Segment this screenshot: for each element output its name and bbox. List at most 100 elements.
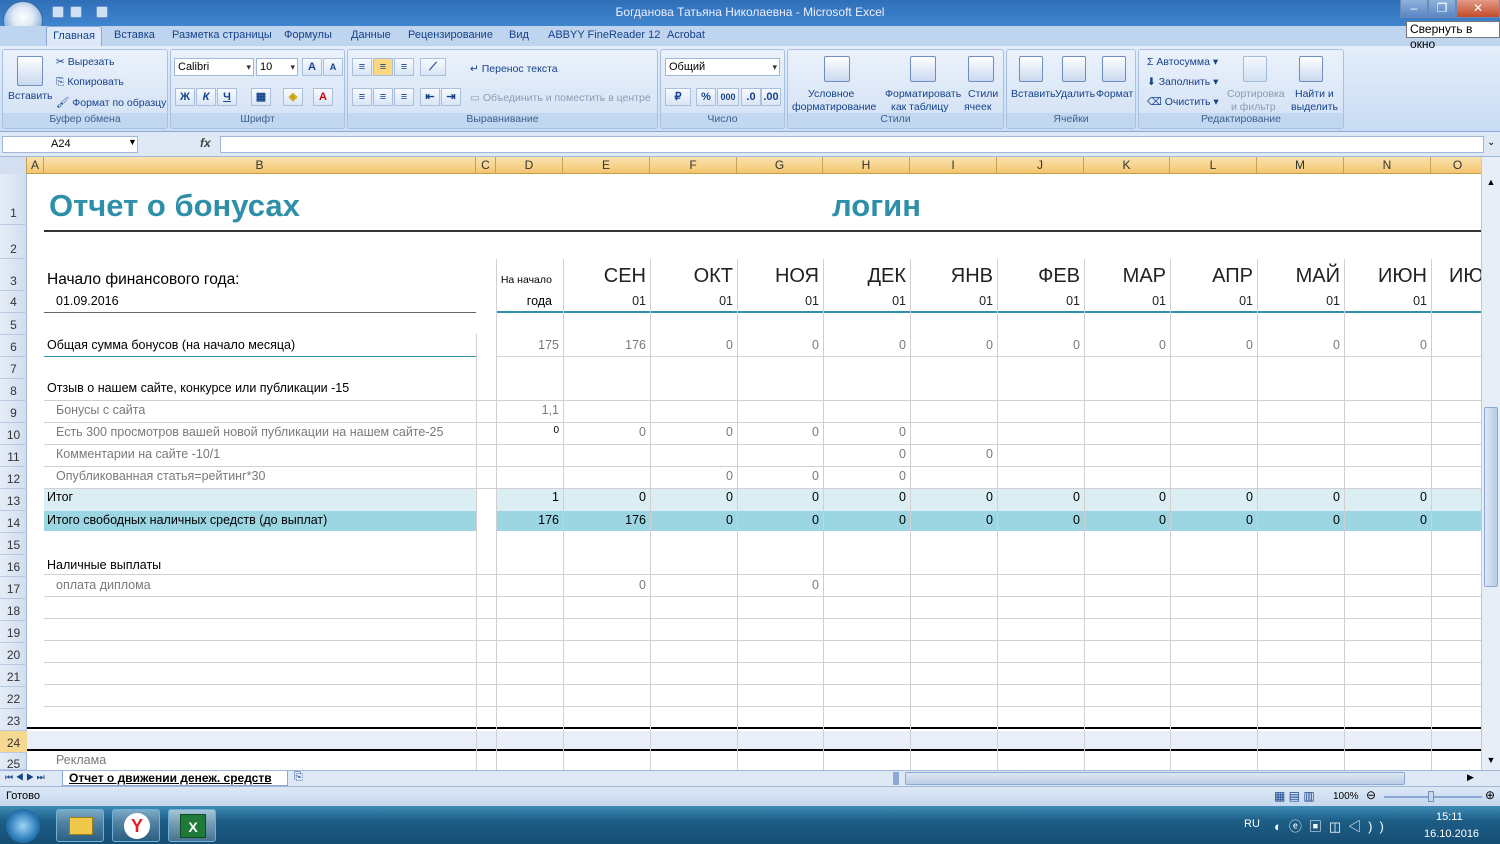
column-header-f[interactable]: F [650, 157, 737, 174]
start-button[interactable] [6, 809, 40, 843]
row-header-24[interactable]: 24 [0, 731, 27, 753]
format-as-table-icon[interactable] [910, 56, 936, 82]
row-header-23[interactable]: 23 [0, 709, 27, 731]
zoom-out-icon[interactable]: ⊖ [1366, 788, 1376, 802]
name-box[interactable]: A24 [2, 136, 138, 153]
row-header-18[interactable]: 18 [0, 599, 27, 621]
cell-styles-icon[interactable] [968, 56, 994, 82]
row-header-4[interactable]: 4 [0, 291, 27, 313]
column-header-l[interactable]: L [1170, 157, 1257, 174]
column-header-c[interactable]: C [476, 157, 496, 174]
tab-insert[interactable]: Вставка [114, 29, 155, 41]
column-header-g[interactable]: G [737, 157, 823, 174]
merge-center-button[interactable]: ▭ Объединить и поместить в центре [470, 92, 651, 104]
tab-acrobat[interactable]: Acrobat [667, 29, 705, 41]
view-buttons[interactable]: ▦ ▤ ▥ [1274, 789, 1315, 803]
increase-indent-icon[interactable]: ⇥ [441, 88, 461, 106]
italic-button[interactable]: К [196, 88, 216, 106]
font-color-icon[interactable]: A [313, 88, 333, 106]
format-as-table-label[interactable]: Форматировать [885, 88, 961, 100]
scroll-down-icon[interactable]: ▼ [1485, 755, 1497, 767]
row-header-8[interactable]: 8 [0, 379, 27, 401]
language-indicator[interactable]: RU [1244, 818, 1260, 830]
find-select-label[interactable]: Найти и [1295, 88, 1334, 100]
align-bottom-icon[interactable]: ≡ [394, 58, 414, 76]
format-painter-button[interactable]: 🖌 Формат по образцу [56, 96, 166, 109]
explorer-taskbar-button[interactable] [56, 809, 104, 842]
currency-icon[interactable]: ₽ [665, 88, 691, 106]
formula-input[interactable] [220, 136, 1484, 153]
tab-abbyy[interactable]: ABBYY FineReader 12 [548, 29, 660, 41]
borders-icon[interactable]: ▦ [251, 88, 271, 106]
conditional-format-icon[interactable] [824, 56, 850, 82]
row-header-21[interactable]: 21 [0, 665, 27, 687]
column-header-n[interactable]: N [1344, 157, 1431, 174]
excel-taskbar-button[interactable]: X [168, 809, 216, 842]
sort-filter-label-2[interactable]: и фильтр [1231, 101, 1276, 113]
insert-cells-button[interactable]: Вставить [1011, 88, 1056, 100]
tray-icons[interactable]: ◐ⓔ▣◫◁)) [1274, 816, 1391, 835]
row-header-20[interactable]: 20 [0, 643, 27, 665]
number-format-select[interactable]: Общий [665, 58, 780, 76]
column-header-j[interactable]: J [997, 157, 1084, 174]
scroll-right-icon[interactable]: ▶ [1467, 772, 1474, 783]
row-header-2[interactable]: 2 [0, 225, 27, 259]
expand-formula-icon[interactable]: ⌄ [1487, 137, 1495, 148]
delete-cells-button[interactable]: Удалить [1055, 88, 1095, 100]
conditional-format-label[interactable]: Условное [808, 88, 854, 100]
cell-styles-label[interactable]: Стили [968, 88, 998, 100]
align-left-icon[interactable]: ≡ [352, 88, 372, 106]
tab-review[interactable]: Рецензирование [408, 29, 493, 41]
column-header-m[interactable]: M [1257, 157, 1344, 174]
column-header-b[interactable]: B [44, 157, 476, 174]
sort-filter-label[interactable]: Сортировка [1227, 88, 1285, 100]
tab-home[interactable]: Главная [46, 26, 102, 47]
decrease-indent-icon[interactable]: ⇤ [420, 88, 440, 106]
worksheet-grid[interactable]: Отчет о бонусах логин Начало финансового… [27, 174, 1481, 770]
fill-color-icon[interactable]: ◈ [283, 88, 303, 106]
conditional-format-label-2[interactable]: форматирование [792, 101, 876, 113]
row-header-10[interactable]: 10 [0, 423, 27, 445]
row-header-3[interactable]: 3 [0, 259, 27, 291]
zoom-in-icon[interactable]: ⊕ [1485, 788, 1495, 802]
row-header-25[interactable]: 25 [0, 753, 27, 771]
name-box-dropdown-icon[interactable]: ▼ [128, 137, 137, 147]
undo-icon[interactable] [70, 6, 82, 18]
align-right-icon[interactable]: ≡ [394, 88, 414, 106]
select-all-corner[interactable] [0, 157, 27, 174]
row-header-9[interactable]: 9 [0, 401, 27, 423]
sort-filter-icon[interactable] [1243, 56, 1267, 82]
row-header-12[interactable]: 12 [0, 467, 27, 489]
sheet-tab-active[interactable]: Отчет о движении денеж. средств [62, 771, 288, 786]
bold-button[interactable]: Ж [175, 88, 195, 106]
font-name-select[interactable]: Calibri [174, 58, 254, 76]
save-icon[interactable] [52, 6, 64, 18]
restore-button[interactable]: ❐ [1428, 0, 1456, 18]
row-header-11[interactable]: 11 [0, 445, 27, 467]
column-header-h[interactable]: H [823, 157, 910, 174]
row-header-6[interactable]: 6 [0, 335, 27, 357]
row-header-1[interactable]: 1 [0, 174, 27, 225]
find-select-label-2[interactable]: выделить [1291, 101, 1338, 113]
zoom-level[interactable]: 100% [1333, 791, 1359, 802]
binoculars-icon[interactable] [1299, 56, 1323, 82]
clear-button[interactable]: ⌫ Очистить ▾ [1147, 96, 1219, 108]
new-sheet-icon[interactable]: ⎘ [294, 771, 303, 784]
font-size-select[interactable]: 10 [256, 58, 298, 76]
fill-button[interactable]: ⬇ Заполнить ▾ [1147, 76, 1218, 88]
row-header-16[interactable]: 16 [0, 555, 27, 577]
vertical-scroll-thumb[interactable] [1484, 407, 1498, 587]
align-middle-icon[interactable]: ≡ [373, 58, 393, 76]
tab-view[interactable]: Вид [509, 29, 529, 41]
insert-cells-icon[interactable] [1019, 56, 1043, 82]
decrease-decimal-icon[interactable]: .00 [761, 88, 781, 106]
paste-button[interactable]: Вставить [8, 90, 53, 102]
column-header-i[interactable]: I [910, 157, 997, 174]
column-header-e[interactable]: E [563, 157, 650, 174]
column-header-o[interactable]: O [1431, 157, 1485, 174]
delete-cells-icon[interactable] [1062, 56, 1086, 82]
redo-icon[interactable] [96, 6, 108, 18]
row-header-22[interactable]: 22 [0, 687, 27, 709]
format-cells-button[interactable]: Формат [1096, 88, 1133, 100]
minimize-button[interactable]: – [1400, 0, 1428, 18]
